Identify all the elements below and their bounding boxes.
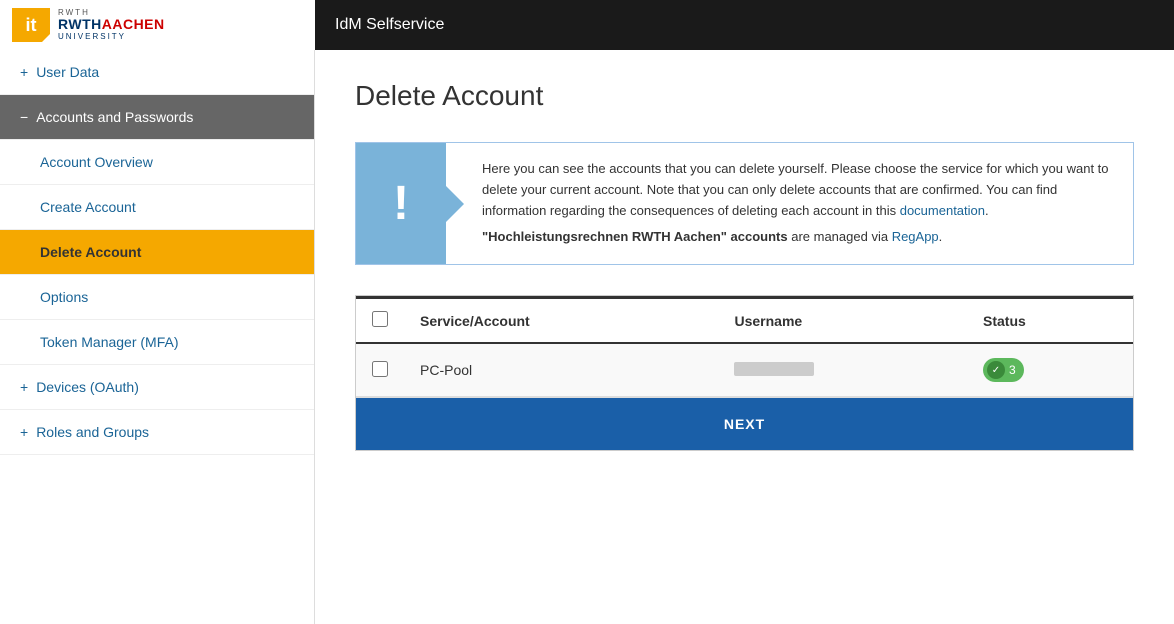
- table-body: PC-Pool 3: [356, 343, 1133, 397]
- info-box-content: Here you can see the accounts that you c…: [446, 143, 1133, 264]
- regapp-link[interactable]: RegApp: [892, 229, 939, 244]
- info-text-5: .: [939, 229, 943, 244]
- table-header-row: Service/Account Username Status: [356, 298, 1133, 344]
- it-logo: it: [12, 8, 50, 42]
- sidebar-label-roles-and-groups: Roles and Groups: [36, 424, 149, 440]
- sidebar-label-user-data: User Data: [36, 64, 99, 80]
- accounts-table-wrapper: Service/Account Username Status PC-Pool: [355, 295, 1134, 451]
- sidebar-item-options[interactable]: Options: [0, 275, 314, 320]
- table-col-username: Username: [718, 298, 967, 344]
- topbar: it RWTH RWTHAACHEN UNIVERSITY IdM Selfse…: [0, 0, 1174, 50]
- sidebar-item-roles-and-groups[interactable]: + Roles and Groups: [0, 410, 314, 455]
- main-content: Delete Account ! Here you can see the ac…: [315, 50, 1174, 624]
- sidebar-label-devices-oauth: Devices (OAuth): [36, 379, 139, 395]
- row-status: 3: [967, 343, 1133, 397]
- status-number: 3: [1009, 363, 1016, 377]
- status-badge: 3: [983, 358, 1024, 382]
- table-header: Service/Account Username Status: [356, 298, 1133, 344]
- service-name: PC-Pool: [420, 362, 472, 378]
- sidebar-label-options: Options: [40, 289, 88, 305]
- username-value: [734, 362, 814, 376]
- documentation-link[interactable]: documentation: [900, 203, 985, 218]
- table-col-status: Status: [967, 298, 1133, 344]
- sidebar-item-delete-account[interactable]: Delete Account: [0, 230, 314, 275]
- info-paragraph-2: "Hochleistungsrechnen RWTH Aachen" accou…: [482, 227, 1113, 248]
- main-layout: + User Data − Accounts and Passwords Acc…: [0, 50, 1174, 624]
- sidebar-label-create-account: Create Account: [40, 199, 136, 215]
- row-service: PC-Pool: [404, 343, 718, 397]
- sidebar-item-token-manager[interactable]: Token Manager (MFA): [0, 320, 314, 365]
- info-text-1: Here you can see the accounts that you c…: [482, 161, 1109, 218]
- info-box: ! Here you can see the accounts that you…: [355, 142, 1134, 265]
- table-col-checkbox: [356, 298, 404, 344]
- info-text-4: are managed via: [788, 229, 892, 244]
- next-button-container: NEXT: [356, 397, 1133, 450]
- sidebar-label-accounts-and-passwords: Accounts and Passwords: [36, 109, 193, 125]
- sidebar-item-account-overview[interactable]: Account Overview: [0, 140, 314, 185]
- table-col-service: Service/Account: [404, 298, 718, 344]
- exclamation-icon: !: [393, 180, 409, 228]
- row-checkbox-cell: [356, 343, 404, 397]
- info-text-2: .: [985, 203, 989, 218]
- select-all-checkbox[interactable]: [372, 311, 388, 327]
- sidebar-label-account-overview: Account Overview: [40, 154, 153, 170]
- sidebar-item-accounts-and-passwords[interactable]: − Accounts and Passwords: [0, 95, 314, 140]
- sidebar-item-devices-oauth[interactable]: + Devices (OAuth): [0, 365, 314, 410]
- row-checkbox[interactable]: [372, 361, 388, 377]
- logo: it RWTH RWTHAACHEN UNIVERSITY: [0, 0, 315, 50]
- expand-icon-devices: +: [20, 379, 28, 395]
- page-title: Delete Account: [355, 80, 1134, 112]
- collapse-icon: −: [20, 109, 28, 125]
- sidebar: + User Data − Accounts and Passwords Acc…: [0, 50, 315, 624]
- expand-icon-roles: +: [20, 424, 28, 440]
- sidebar-label-delete-account: Delete Account: [40, 244, 141, 260]
- status-dot-icon: [987, 361, 1005, 379]
- row-username: [718, 343, 967, 397]
- info-paragraph-1: Here you can see the accounts that you c…: [482, 159, 1113, 221]
- info-icon-container: !: [356, 143, 446, 264]
- accounts-table: Service/Account Username Status PC-Pool: [356, 296, 1133, 397]
- sidebar-item-create-account[interactable]: Create Account: [0, 185, 314, 230]
- info-bold-text: "Hochleistungsrechnen RWTH Aachen" accou…: [482, 229, 788, 244]
- sidebar-label-token-manager: Token Manager (MFA): [40, 334, 179, 350]
- next-button[interactable]: NEXT: [356, 398, 1133, 450]
- app-title: IdM Selfservice: [315, 16, 444, 34]
- table-row: PC-Pool 3: [356, 343, 1133, 397]
- sidebar-item-user-data[interactable]: + User Data: [0, 50, 314, 95]
- expand-icon: +: [20, 64, 28, 80]
- rwth-logo: RWTH RWTHAACHEN UNIVERSITY: [58, 9, 165, 42]
